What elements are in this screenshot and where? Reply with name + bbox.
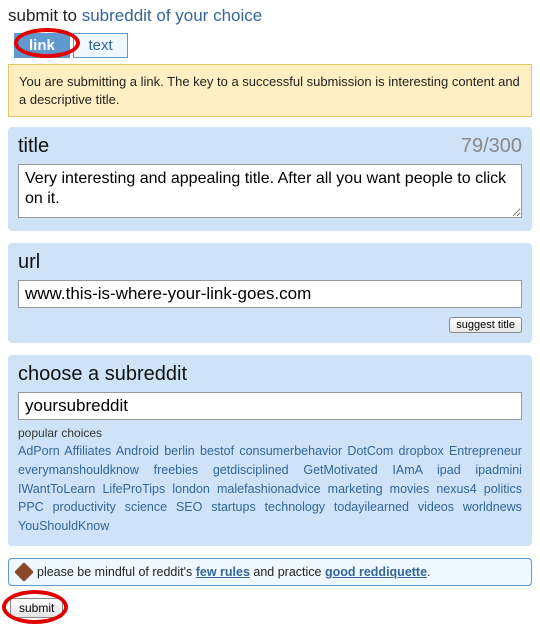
popular-choices-list: AdPorn Affiliates Android berlin bestof …: [18, 442, 522, 536]
popular-choice-link[interactable]: freebies: [154, 463, 198, 477]
tab-link[interactable]: link: [14, 33, 70, 58]
reminder-prefix: please be mindful of reddit's: [37, 565, 196, 579]
subreddit-label: choose a subreddit: [18, 363, 187, 386]
popular-choice-link[interactable]: malefashionadvice: [217, 482, 321, 496]
popular-choice-link[interactable]: SEO: [176, 500, 202, 514]
popular-choice-link[interactable]: IAmA: [392, 463, 422, 477]
popular-choice-link[interactable]: dropbox: [399, 444, 444, 458]
popular-choice-link[interactable]: ipad: [437, 463, 461, 477]
popular-choice-link[interactable]: marketing: [328, 482, 383, 496]
popular-choice-link[interactable]: science: [125, 500, 167, 514]
title-label: title: [18, 135, 49, 158]
subreddit-choice-link[interactable]: subreddit of your choice: [82, 6, 263, 25]
popular-choice-link[interactable]: LifeProTips: [102, 482, 165, 496]
url-panel: url suggest title: [8, 243, 532, 343]
rules-reminder: please be mindful of reddit's few rules …: [8, 558, 532, 586]
title-input[interactable]: [18, 164, 522, 218]
popular-choice-link[interactable]: DotCom: [347, 444, 393, 458]
tab-text[interactable]: text: [73, 33, 127, 58]
popular-choice-link[interactable]: berlin: [164, 444, 195, 458]
popular-choice-link[interactable]: IWantToLearn: [18, 482, 95, 496]
tab-row: link text: [14, 32, 532, 58]
popular-choice-link[interactable]: politics: [484, 482, 522, 496]
popular-choice-link[interactable]: AdPorn: [18, 444, 60, 458]
url-input[interactable]: [18, 280, 522, 308]
popular-choice-link[interactable]: YouShouldKnow: [18, 519, 109, 533]
title-counter: 79/300: [461, 135, 522, 158]
popular-choice-link[interactable]: london: [172, 482, 210, 496]
popular-choice-link[interactable]: movies: [390, 482, 430, 496]
popular-choice-link[interactable]: ipadmini: [475, 463, 522, 477]
title-panel: title 79/300: [8, 127, 532, 231]
popular-choice-link[interactable]: Affiliates: [64, 444, 111, 458]
popular-choice-link[interactable]: getdisciplined: [213, 463, 289, 477]
submit-wrap: submit: [10, 598, 63, 618]
popular-choice-link[interactable]: startups: [211, 500, 255, 514]
popular-choice-link[interactable]: consumerbehavior: [239, 444, 342, 458]
popular-choice-link[interactable]: Android: [116, 444, 159, 458]
few-rules-link[interactable]: few rules: [196, 565, 250, 579]
popular-choice-link[interactable]: PPC: [18, 500, 44, 514]
subreddit-input[interactable]: [18, 392, 522, 420]
popular-choice-link[interactable]: productivity: [53, 500, 116, 514]
popular-choice-link[interactable]: nexus4: [436, 482, 476, 496]
popular-choice-link[interactable]: Entrepreneur: [449, 444, 522, 458]
popular-choice-link[interactable]: todayilearned: [334, 500, 409, 514]
reminder-middle: and practice: [250, 565, 325, 579]
popular-choices-label: popular choices: [18, 426, 522, 440]
reminder-suffix: .: [427, 565, 430, 579]
submission-notice: You are submitting a link. The key to a …: [8, 64, 532, 117]
submit-button[interactable]: submit: [10, 598, 63, 618]
reddiquette-link[interactable]: good reddiquette: [325, 565, 427, 579]
header-prefix: submit to: [8, 6, 77, 25]
page-header: submit to subreddit of your choice: [8, 6, 532, 26]
subreddit-panel: choose a subreddit popular choices AdPor…: [8, 355, 532, 546]
tag-icon: [14, 562, 34, 582]
popular-choice-link[interactable]: technology: [265, 500, 325, 514]
popular-choice-link[interactable]: everymanshouldknow: [18, 463, 139, 477]
popular-choice-link[interactable]: GetMotivated: [303, 463, 377, 477]
popular-choice-link[interactable]: videos: [418, 500, 454, 514]
popular-choice-link[interactable]: bestof: [200, 444, 234, 458]
url-label: url: [18, 251, 40, 274]
suggest-title-button[interactable]: suggest title: [449, 317, 522, 333]
popular-choice-link[interactable]: worldnews: [463, 500, 522, 514]
